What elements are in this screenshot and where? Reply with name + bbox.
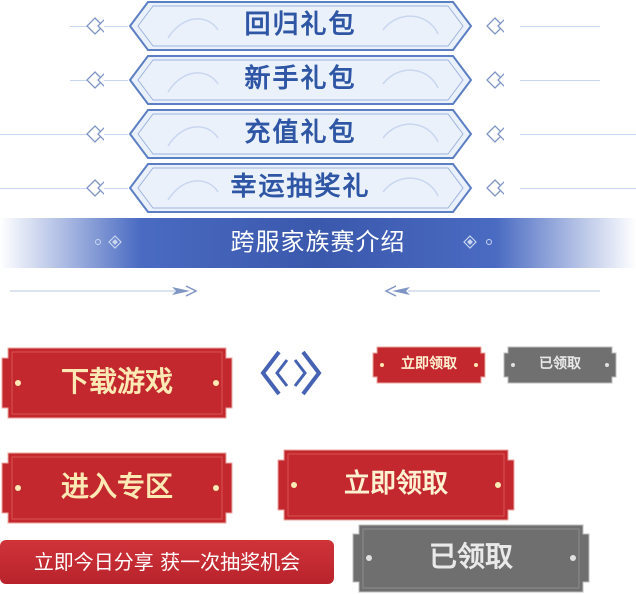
menu-row: 充值礼包 — [0, 108, 636, 160]
diamond-ornament-icon — [486, 17, 504, 35]
chevron-left-icon — [260, 350, 289, 396]
arrow-right-icon — [172, 285, 198, 297]
diamond-ornament-icon — [486, 179, 504, 197]
diamond-ornament-icon — [86, 179, 104, 197]
menu-divider-line — [520, 26, 600, 27]
gift-menu-button[interactable]: 充值礼包 — [128, 108, 473, 160]
menu-row: 新手礼包 — [0, 54, 636, 106]
gift-menu-label: 充值礼包 — [244, 118, 357, 148]
menu-divider-line — [520, 134, 636, 135]
menu-divider-line — [0, 134, 128, 135]
download-game-label: 下载游戏 — [60, 365, 173, 398]
diamond-ornament-icon — [486, 71, 504, 89]
gift-menu-label: 新手礼包 — [244, 64, 357, 94]
claimed-small-button: 已领取 — [503, 345, 617, 385]
enter-zone-label: 进入专区 — [60, 470, 173, 503]
chevron-right-icon — [293, 350, 322, 396]
menu-row: 回归礼包 — [0, 0, 636, 52]
share-lottery-button[interactable]: 立即今日分享 获一次抽奖机会 — [0, 540, 334, 584]
claimed-large-label: 已领取 — [428, 540, 513, 573]
gift-menu-button[interactable]: 回归礼包 — [128, 0, 473, 52]
diamond-ornament-icon — [86, 125, 104, 143]
navigation-chevrons — [260, 350, 322, 396]
arrow-left-icon — [384, 285, 410, 297]
section-divider — [10, 285, 600, 297]
claim-now-small-label: 立即领取 — [401, 356, 457, 372]
section-banner: 跨服家族赛介绍 — [0, 218, 636, 268]
menu-row: 幸运抽奖礼 — [0, 162, 636, 214]
menu-divider-line — [520, 80, 600, 81]
claim-now-large-button[interactable]: 立即领取 — [276, 447, 516, 523]
claim-now-small-button[interactable]: 立即领取 — [372, 345, 486, 385]
diamond-ornament-icon — [486, 125, 504, 143]
claimed-small-label: 已领取 — [539, 356, 581, 372]
gift-menu-button[interactable]: 新手礼包 — [128, 54, 473, 106]
diamond-ornament-icon — [86, 17, 104, 35]
claimed-large-button: 已领取 — [351, 522, 591, 594]
download-game-button[interactable]: 下载游戏 — [0, 344, 234, 422]
menu-divider-line — [520, 188, 636, 189]
diamond-ornament-icon — [463, 235, 492, 249]
claim-now-large-label: 立即领取 — [343, 469, 448, 499]
menu-divider-line — [0, 188, 128, 189]
enter-zone-button[interactable]: 进入专区 — [0, 449, 234, 527]
gift-menu-button[interactable]: 幸运抽奖礼 — [128, 162, 473, 214]
share-lottery-label: 立即今日分享 获一次抽奖机会 — [33, 550, 301, 574]
gift-menu-label: 幸运抽奖礼 — [230, 172, 371, 202]
banner-title: 跨服家族赛介绍 — [230, 228, 406, 256]
gift-menu-label: 回归礼包 — [244, 10, 357, 40]
diamond-ornament-icon — [86, 71, 104, 89]
